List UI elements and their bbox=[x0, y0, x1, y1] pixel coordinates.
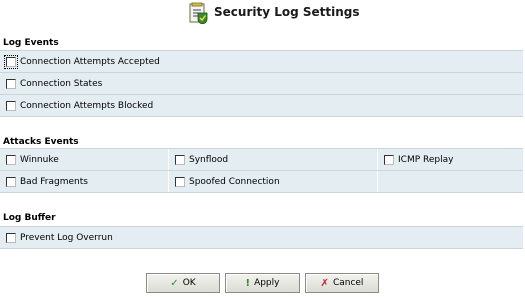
checkbox-label: Bad Fragments bbox=[20, 176, 88, 187]
bad-fragments-checkbox[interactable] bbox=[6, 176, 16, 187]
title-bar: Security Log Settings bbox=[0, 0, 525, 26]
apply-button-label: Apply bbox=[254, 278, 280, 288]
connection-attempts-accepted-checkbox[interactable] bbox=[4, 54, 18, 69]
x-icon: ✗ bbox=[320, 277, 329, 289]
log-events-heading: Log Events bbox=[3, 38, 59, 48]
winnuke-checkbox[interactable] bbox=[6, 154, 16, 165]
checkbox-label: Winnuke bbox=[20, 154, 59, 165]
attack-event-cell[interactable]: ICMP Replay bbox=[377, 149, 524, 170]
empty-cell bbox=[377, 171, 524, 192]
checkbox-label: Connection Attempts Accepted bbox=[20, 56, 160, 67]
log-buffer-heading: Log Buffer bbox=[3, 213, 56, 223]
check-icon: ✓ bbox=[170, 277, 179, 289]
log-buffer-cell[interactable]: Prevent Log Overrun bbox=[0, 227, 523, 248]
log-buffer-row: Prevent Log Overrun bbox=[0, 226, 523, 249]
attack-event-row: Winnuke Synflood ICMP Replay bbox=[0, 148, 523, 171]
log-event-cell[interactable]: Connection Attempts Accepted bbox=[0, 51, 523, 72]
ok-button-label: OK bbox=[182, 278, 196, 288]
apply-button[interactable]: ! Apply bbox=[225, 273, 300, 293]
cancel-button-label: Cancel bbox=[332, 278, 364, 288]
log-event-row: Connection Attempts Blocked bbox=[0, 95, 523, 117]
checkbox-label: Connection Attempts Blocked bbox=[20, 100, 154, 111]
page-title: Security Log Settings bbox=[214, 5, 360, 19]
checkbox-label: Synflood bbox=[189, 154, 229, 165]
connection-attempts-blocked-checkbox[interactable] bbox=[6, 100, 16, 111]
attack-event-cell[interactable]: Bad Fragments bbox=[0, 171, 168, 192]
security-log-icon bbox=[189, 2, 208, 24]
spoofed-connection-checkbox[interactable] bbox=[175, 176, 185, 187]
log-event-cell[interactable]: Connection States bbox=[0, 73, 523, 94]
log-event-cell[interactable]: Connection Attempts Blocked bbox=[0, 95, 523, 116]
exclamation-icon: ! bbox=[245, 277, 251, 289]
attack-event-cell[interactable]: Spoofed Connection bbox=[168, 171, 378, 192]
synflood-checkbox[interactable] bbox=[175, 154, 185, 165]
log-event-row: Connection Attempts Accepted bbox=[0, 50, 523, 73]
attacks-events-heading: Attacks Events bbox=[3, 137, 79, 147]
prevent-log-overrun-checkbox[interactable] bbox=[6, 232, 16, 243]
checkbox-label: Connection States bbox=[20, 78, 103, 89]
ok-button[interactable]: ✓ OK bbox=[146, 273, 220, 293]
checkbox-label: Prevent Log Overrun bbox=[20, 232, 113, 243]
connection-states-checkbox[interactable] bbox=[6, 78, 16, 89]
log-event-row: Connection States bbox=[0, 73, 523, 95]
cancel-button[interactable]: ✗ Cancel bbox=[305, 273, 379, 293]
attack-event-cell[interactable]: Winnuke bbox=[0, 149, 168, 170]
checkbox-label: Spoofed Connection bbox=[189, 176, 280, 187]
attack-event-row: Bad Fragments Spoofed Connection bbox=[0, 171, 523, 193]
icmp-replay-checkbox[interactable] bbox=[384, 154, 394, 165]
checkbox-label: ICMP Replay bbox=[398, 154, 454, 165]
attack-event-cell[interactable]: Synflood bbox=[168, 149, 378, 170]
